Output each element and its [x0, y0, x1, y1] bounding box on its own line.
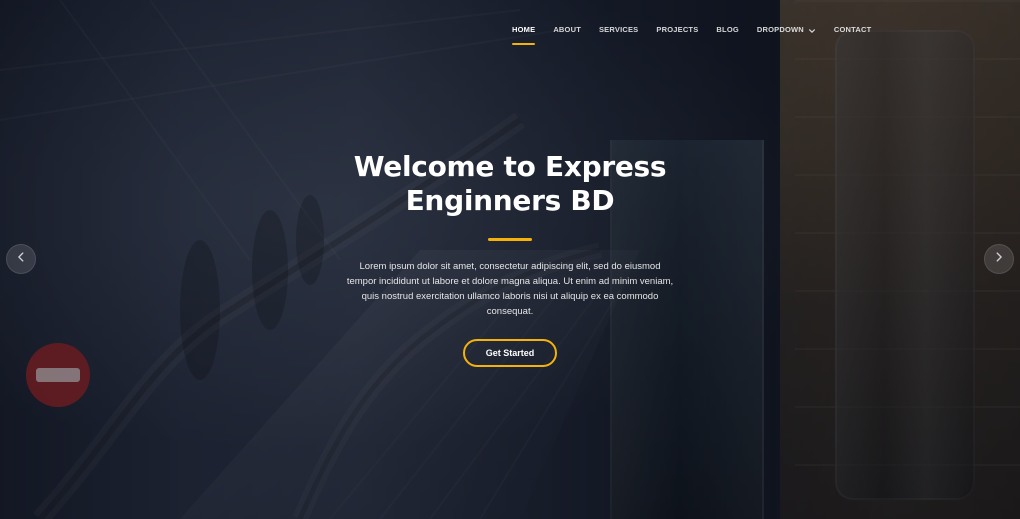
hero-content: Welcome to Express Enginners BD Lorem ip…	[340, 150, 680, 367]
nav-item-blog[interactable]: BLOG	[716, 21, 738, 39]
slider-prev-button[interactable]	[6, 244, 36, 274]
hero-title: Welcome to Express Enginners BD	[353, 150, 667, 217]
hero-title-divider	[488, 238, 532, 241]
nav-dropdown-label: DROPDOWN	[756, 25, 804, 34]
chevron-left-icon	[14, 250, 28, 269]
slider-next-button[interactable]	[984, 244, 1014, 274]
get-started-button[interactable]: Get Started	[463, 339, 557, 367]
nav-item-services[interactable]: SERVICES	[599, 21, 638, 39]
chevron-right-icon	[992, 250, 1006, 269]
chevron-down-icon	[808, 26, 816, 34]
nav-item-projects[interactable]: PROJECTS	[656, 21, 698, 39]
hero-description: Lorem ipsum dolor sit amet, consectetur …	[346, 261, 674, 317]
hero-section: HOME ABOUT SERVICES PROJECTS BLOG DROPDO…	[0, 0, 1020, 519]
top-navigation: HOME ABOUT SERVICES PROJECTS BLOG DROPDO…	[512, 20, 872, 45]
nav-item-home[interactable]: HOME	[512, 21, 536, 45]
nav-item-about[interactable]: ABOUT	[553, 21, 581, 39]
nav-item-dropdown[interactable]: DROPDOWN	[757, 21, 816, 39]
nav-item-contact[interactable]: CONTACT	[834, 21, 872, 39]
